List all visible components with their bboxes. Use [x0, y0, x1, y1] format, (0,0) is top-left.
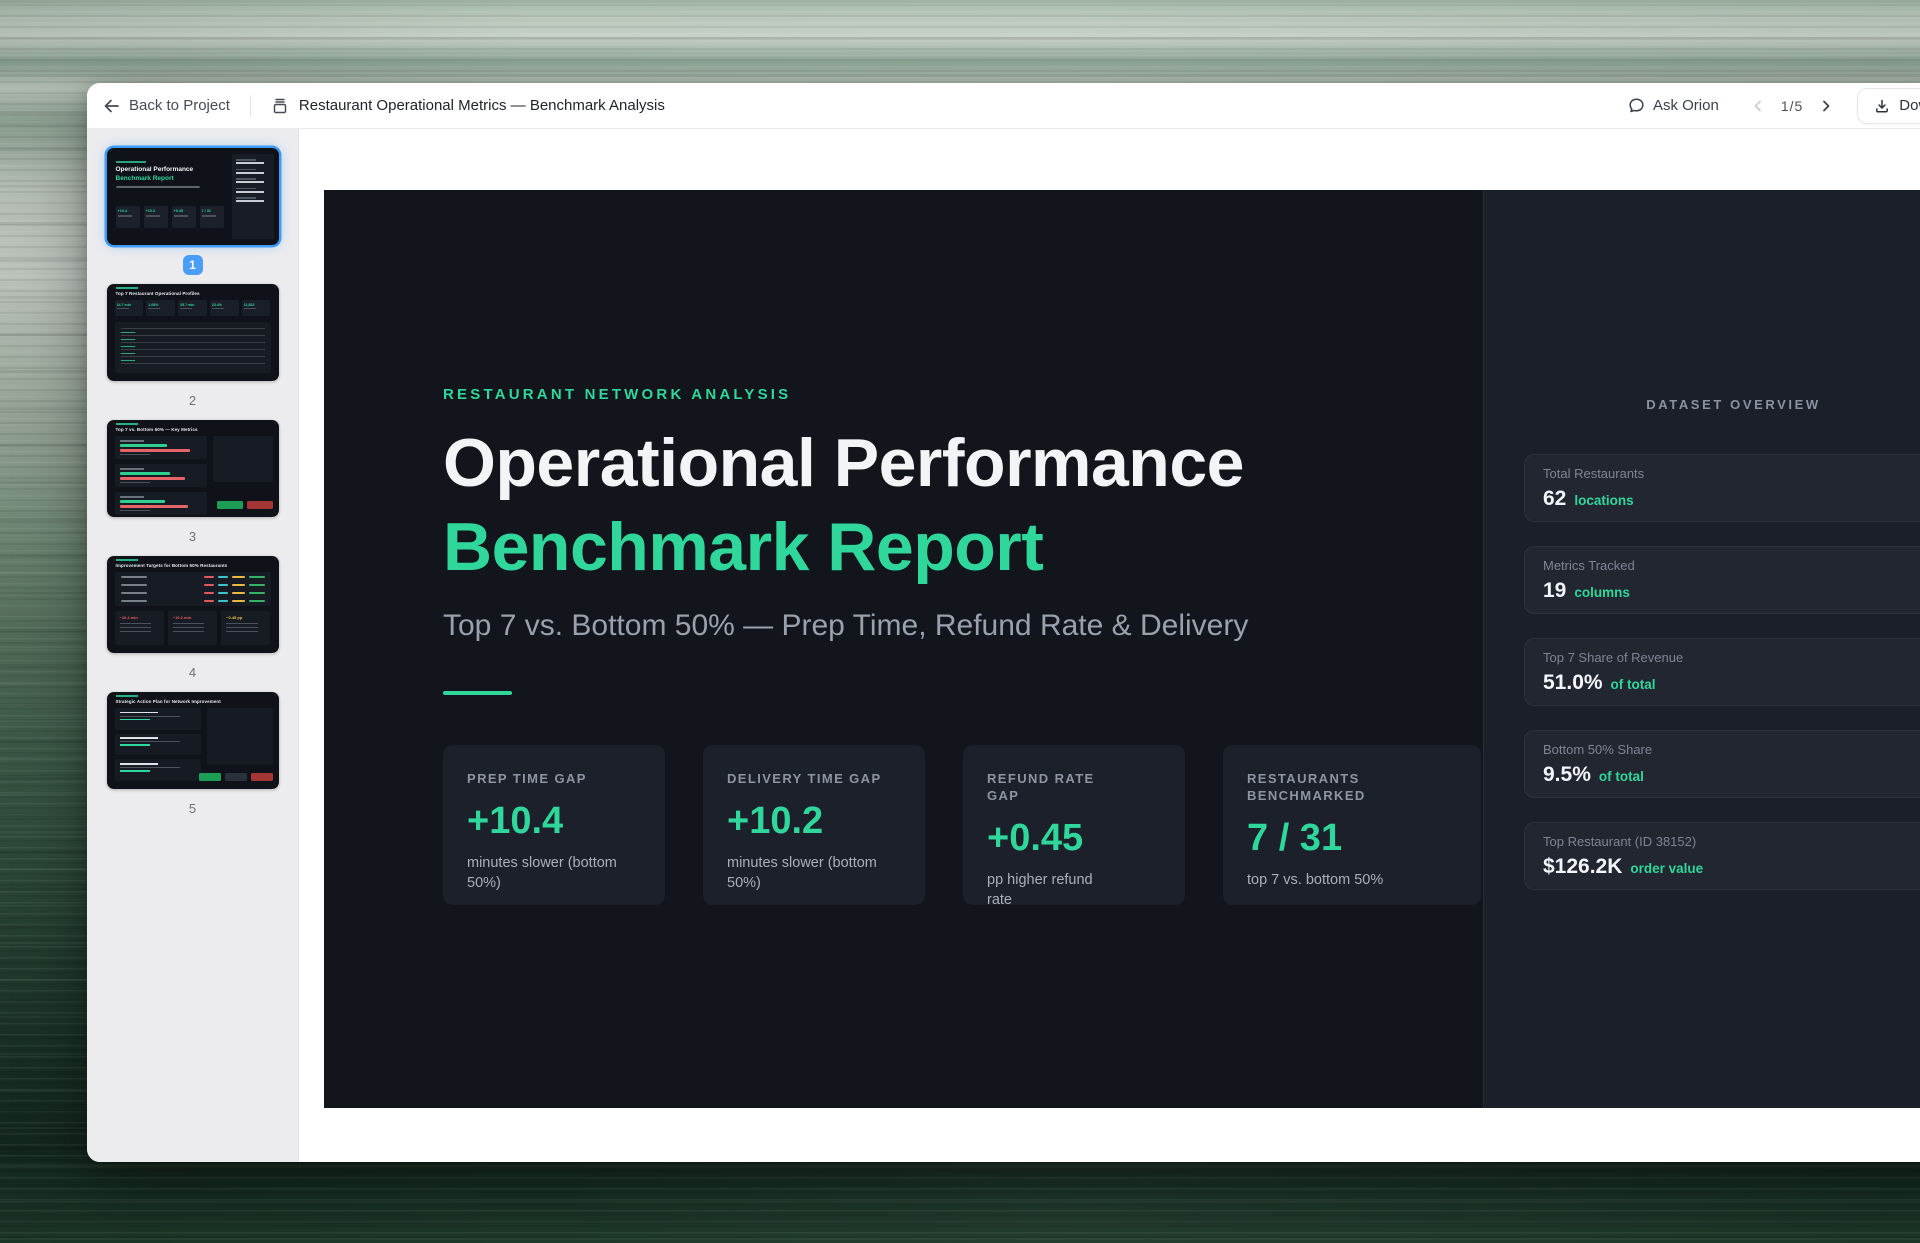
stat-card-restaurants-benchmarked: RESTAURANTS BENCHMARKED 7 / 31 top 7 vs.… [1223, 745, 1481, 905]
page-indicator: 1/5 [1781, 98, 1803, 114]
overview-card-top7-share: Top 7 Share of Revenue 51.0% of total [1524, 638, 1920, 706]
thumb1-aside-panel [232, 154, 274, 239]
thumb3-table [213, 436, 273, 482]
thumb4-title: Improvement Targets for Bottom 50% Resta… [116, 563, 228, 568]
thumb4-eyebrow-bar [116, 559, 138, 561]
overview-card-top-restaurant: Top Restaurant (ID 38152) $126.2K order … [1524, 822, 1920, 890]
document-title-group: Restaurant Operational Metrics — Benchma… [271, 97, 665, 115]
thumb4-target-cards: −10.4 min −10.2 min −0.45 pp [115, 611, 271, 645]
slide-thumbnail-5[interactable]: Strategic Action Plan for Network Improv… [107, 692, 279, 789]
document-title: Restaurant Operational Metrics — Benchma… [299, 97, 665, 114]
overview-card-metrics-tracked: Metrics Tracked 19 columns [1524, 546, 1920, 614]
thumb5-title: Strategic Action Plan for Network Improv… [116, 699, 221, 704]
slide-thumbnail-3[interactable]: Top 7 vs. Bottom 50% — Key Metrics [107, 420, 279, 517]
thumb5-action-list [115, 708, 201, 781]
download-button[interactable]: Download [1857, 88, 1920, 124]
thumb5-buttons [199, 773, 273, 781]
toolbar-right: Ask Orion 1/5 Download [1628, 88, 1920, 124]
app-window: Back to Project Restaurant Operational M… [87, 83, 1920, 1162]
slide-number-5: 5 [189, 801, 196, 816]
thumb2-stat-chips: 14.7 min 1.08% 35.7 min 23.4% 11,832 [115, 300, 271, 316]
page-navigation: 1/5 [1749, 97, 1835, 115]
thumb2-eyebrow-bar [116, 287, 138, 289]
slide-viewer: RESTAURANT NETWORK ANALYSIS Operational … [299, 129, 1920, 1162]
slide-thumbnail-4[interactable]: Improvement Targets for Bottom 50% Resta… [107, 556, 279, 653]
slide-thumbnail-2[interactable]: Top 7 Restaurant Operational Profiles 14… [107, 284, 279, 381]
toolbar-divider [250, 95, 251, 117]
thumb1-stat-cards: +10.4 +10.2 +0.45 7 / 31 [116, 206, 224, 228]
ask-orion-label: Ask Orion [1653, 97, 1719, 114]
slide-number-4: 4 [189, 665, 196, 680]
slide-canvas: RESTAURANT NETWORK ANALYSIS Operational … [324, 190, 1920, 1108]
stat-card-refund-rate: REFUND RATE GAP +0.45 pp higher refund r… [963, 745, 1185, 905]
overview-card-total-restaurants: Total Restaurants 62 locations [1524, 454, 1920, 522]
download-label: Download [1899, 97, 1920, 114]
thumbnail-item-3: Top 7 vs. Bottom 50% — Key Metrics 3 [107, 420, 279, 556]
thumb2-table [115, 322, 271, 373]
presentation-icon [271, 97, 289, 115]
thumbnail-item-5: Strategic Action Plan for Network Improv… [107, 692, 279, 828]
thumb1-eyebrow-bar [116, 161, 146, 163]
download-icon [1874, 98, 1890, 114]
dataset-overview-panel: DATASET OVERVIEW Total Restaurants 62 lo… [1483, 190, 1920, 1108]
toolbar: Back to Project Restaurant Operational M… [87, 83, 1920, 129]
slide-number-2: 2 [189, 393, 196, 408]
thumbnail-number-row: 1 [183, 245, 203, 284]
back-arrow-icon [103, 98, 120, 114]
thumb3-title: Top 7 vs. Bottom 50% — Key Metrics [116, 427, 198, 432]
thumbnail-item-1: Operational Performance Benchmark Report… [107, 148, 279, 284]
overview-card-bottom50-share: Bottom 50% Share 9.5% of total [1524, 730, 1920, 798]
dataset-overview-header: DATASET OVERVIEW [1524, 397, 1920, 412]
slide-eyebrow: RESTAURANT NETWORK ANALYSIS [443, 386, 1483, 403]
chat-bubble-icon [1628, 97, 1645, 114]
stat-card-prep-time: PREP TIME GAP +10.4 minutes slower (bott… [443, 745, 665, 905]
next-page-button[interactable] [1817, 97, 1835, 115]
app-body: Operational Performance Benchmark Report… [87, 129, 1920, 1162]
slide-thumbnail-1[interactable]: Operational Performance Benchmark Report… [107, 148, 279, 245]
ask-orion-button[interactable]: Ask Orion [1628, 97, 1719, 114]
thumb1-title-line1: Operational Performance [116, 166, 194, 173]
stat-card-delivery-time: DELIVERY TIME GAP +10.2 minutes slower (… [703, 745, 925, 905]
thumb3-bar-groups [115, 436, 207, 509]
back-button[interactable]: Back to Project [103, 97, 230, 114]
back-label: Back to Project [129, 97, 230, 114]
thumb1-subtitle-bar [116, 186, 200, 188]
accent-dash [443, 691, 512, 695]
thumb3-buttons [217, 501, 273, 509]
stat-cards-row: PREP TIME GAP +10.4 minutes slower (bott… [443, 745, 1483, 905]
toolbar-left: Back to Project Restaurant Operational M… [103, 95, 665, 117]
thumb3-eyebrow-bar [116, 423, 138, 425]
dataset-overview-cards: Total Restaurants 62 locations Metrics T… [1524, 454, 1920, 890]
prev-page-button[interactable] [1749, 97, 1767, 115]
active-slide-badge: 1 [183, 255, 203, 275]
thumb1-title-line2: Benchmark Report [116, 175, 174, 182]
slide-number-3: 3 [189, 529, 196, 544]
thumbnail-item-4: Improvement Targets for Bottom 50% Resta… [107, 556, 279, 692]
thumb5-eyebrow-bar [116, 695, 138, 697]
slide-title-line2: Benchmark Report [443, 505, 1483, 589]
slide-thumbnail-sidebar: Operational Performance Benchmark Report… [87, 129, 299, 1162]
thumb5-notes-panel [207, 708, 273, 765]
slide-main-content: RESTAURANT NETWORK ANALYSIS Operational … [324, 190, 1483, 1108]
slide-subtitle: Top 7 vs. Bottom 50% — Prep Time, Refund… [443, 609, 1483, 643]
thumb4-table [115, 572, 271, 606]
thumbnail-item-2: Top 7 Restaurant Operational Profiles 14… [107, 284, 279, 420]
thumb2-title: Top 7 Restaurant Operational Profiles [116, 291, 200, 296]
slide-title-line1: Operational Performance [443, 421, 1483, 505]
